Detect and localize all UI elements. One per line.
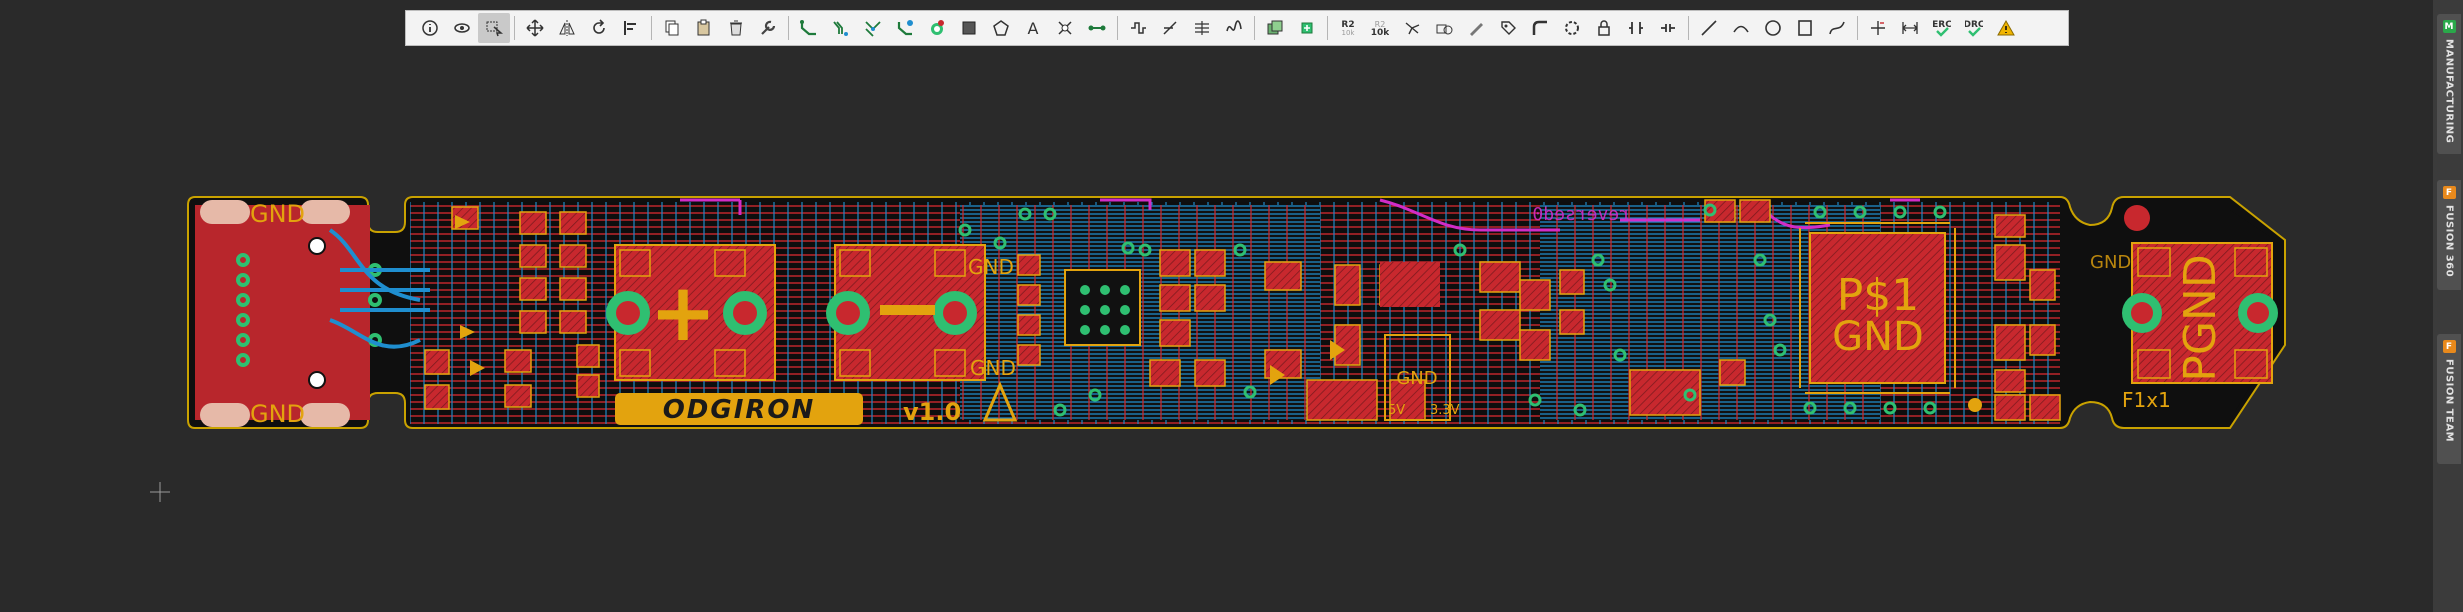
gnd-label-minus-2: GND xyxy=(970,356,1016,380)
mirrored-silk-text: reversed0 xyxy=(1532,204,1630,225)
version-label: v1.0 xyxy=(903,398,961,426)
gnd-label-reg: GND xyxy=(1396,368,1437,389)
3v3-label: 3.3V xyxy=(1430,403,1460,418)
side-tab-fusion-360[interactable]: F FUSION 360 xyxy=(2437,180,2461,290)
right-side-panel: M MANUFACTURING F FUSION 360 F FUSION TE… xyxy=(2433,0,2463,612)
manufacturing-icon: M xyxy=(2442,20,2456,33)
gnd-label-right: GND xyxy=(2090,252,2131,273)
gnd-label-minus: GND xyxy=(968,255,1014,279)
pcb-board-canvas[interactable]: GND GND + GND GND ODGIRON v1.0 GND 5V 3.… xyxy=(0,0,2463,612)
odgiron-logo: ODGIRON xyxy=(663,395,816,425)
fusion-360-icon: F xyxy=(2442,186,2456,199)
gnd-label-bottom-left: GND xyxy=(250,400,305,428)
plus-label: + xyxy=(649,266,716,359)
gnd-label-chip: GND xyxy=(1832,314,1924,360)
5v-label: 5V xyxy=(1388,403,1405,418)
side-tab-label: FUSION 360 xyxy=(2443,205,2455,278)
fusion-team-icon: F xyxy=(2442,340,2456,353)
side-tab-manufacturing[interactable]: M MANUFACTURING xyxy=(2437,14,2461,154)
side-tab-label: MANUFACTURING xyxy=(2443,39,2455,144)
side-tab-fusion-team[interactable]: F FUSION TEAM xyxy=(2437,334,2461,464)
side-tab-label: FUSION TEAM xyxy=(2443,359,2455,443)
crosshair-cursor-icon xyxy=(150,482,170,502)
gnd-label-top-left: GND xyxy=(250,200,305,228)
fx-label: F1x1 xyxy=(2122,388,2171,412)
pgnd-label: PGND xyxy=(2175,254,2226,381)
